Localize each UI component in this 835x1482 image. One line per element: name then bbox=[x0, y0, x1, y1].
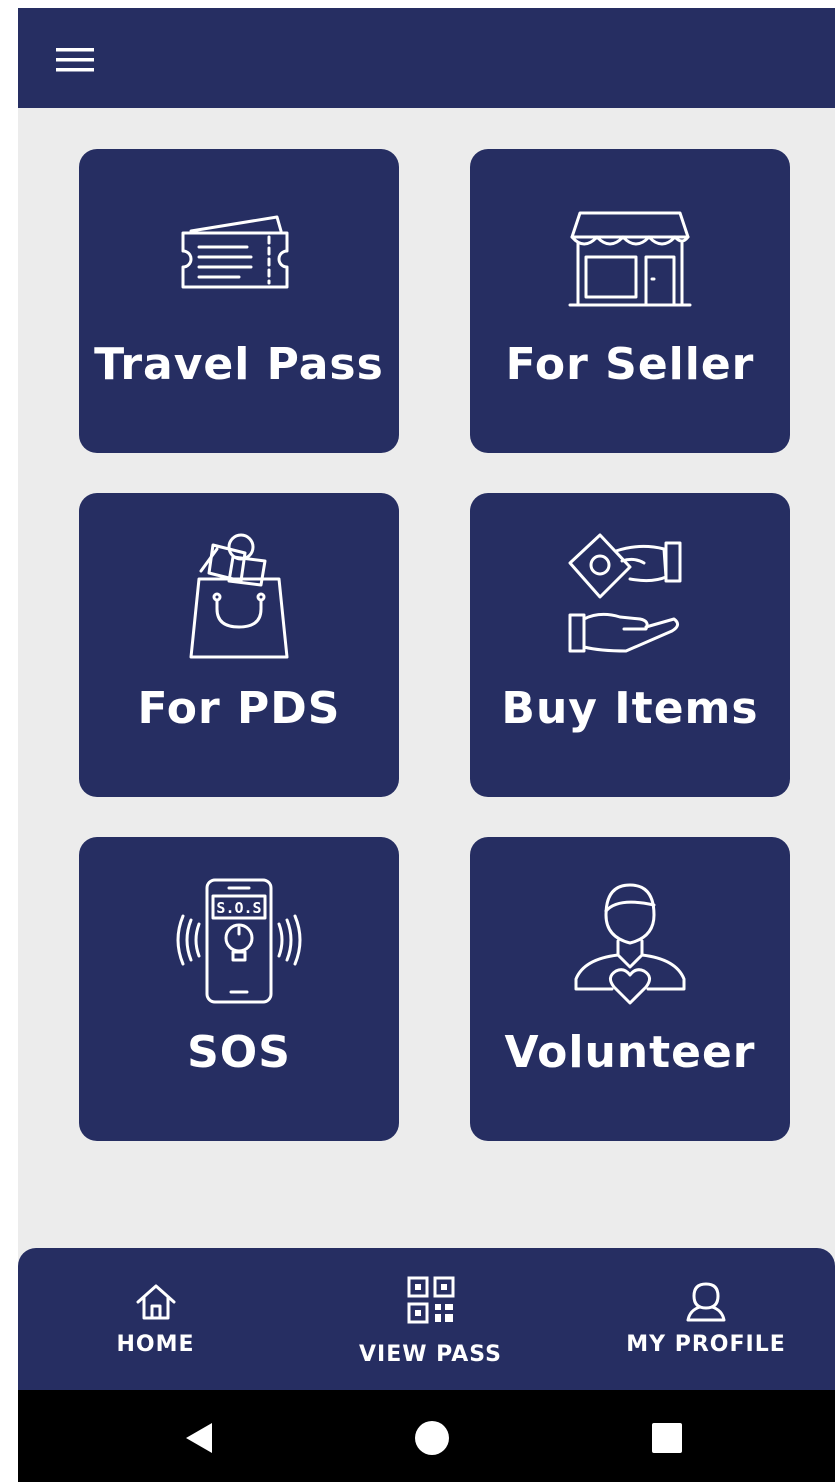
tile-label: For PDS bbox=[137, 683, 341, 734]
nav-view-pass[interactable]: VIEW PASS bbox=[343, 1248, 518, 1390]
app-screen: Travel Pass For Seller For PDS Buy Items… bbox=[18, 8, 835, 1482]
grocery-bag-icon bbox=[189, 533, 289, 659]
nav-label: VIEW PASS bbox=[359, 1342, 502, 1367]
storefront-icon bbox=[568, 211, 692, 307]
hand-money-exchange-icon bbox=[568, 533, 682, 653]
qr-code-icon bbox=[407, 1276, 454, 1324]
hamburger-menu-icon bbox=[56, 48, 94, 72]
home-circle-icon bbox=[415, 1421, 449, 1455]
tile-buy-items[interactable]: Buy Items bbox=[470, 493, 790, 797]
tile-label: SOS bbox=[187, 1027, 291, 1078]
nav-my-profile[interactable]: MY PROFILE bbox=[616, 1248, 796, 1390]
system-home-button[interactable] bbox=[402, 1408, 462, 1468]
volunteer-heart-icon bbox=[574, 883, 686, 1005]
user-icon bbox=[686, 1282, 726, 1322]
sos-phone-alarm-icon: S.O.S bbox=[176, 878, 302, 1004]
tile-for-pds[interactable]: For PDS bbox=[79, 493, 399, 797]
menu-button[interactable] bbox=[50, 46, 110, 86]
tile-label: Travel Pass bbox=[94, 339, 384, 390]
tile-label: Volunteer bbox=[504, 1027, 756, 1078]
system-navigation-bar bbox=[18, 1390, 835, 1482]
tile-travel-pass[interactable]: Travel Pass bbox=[79, 149, 399, 453]
nav-home[interactable]: HOME bbox=[78, 1248, 233, 1390]
back-triangle-icon bbox=[186, 1423, 212, 1453]
tile-sos[interactable]: S.O.S SOS bbox=[79, 837, 399, 1141]
bottom-navigation: HOME VIEW PASS MY PROFILE bbox=[18, 1248, 835, 1390]
home-icon bbox=[136, 1284, 175, 1320]
tile-label: For Seller bbox=[505, 339, 755, 390]
app-bar bbox=[18, 8, 835, 108]
tile-for-seller[interactable]: For Seller bbox=[470, 149, 790, 453]
nav-label: MY PROFILE bbox=[626, 1332, 786, 1357]
system-back-button[interactable] bbox=[170, 1408, 230, 1468]
system-recents-button[interactable] bbox=[637, 1408, 697, 1468]
svg-text:S.O.S: S.O.S bbox=[216, 899, 261, 917]
tile-volunteer[interactable]: Volunteer bbox=[470, 837, 790, 1141]
recents-square-icon bbox=[652, 1423, 682, 1453]
ticket-icon bbox=[181, 215, 289, 289]
tile-label: Buy Items bbox=[501, 683, 759, 734]
nav-label: HOME bbox=[116, 1332, 195, 1357]
